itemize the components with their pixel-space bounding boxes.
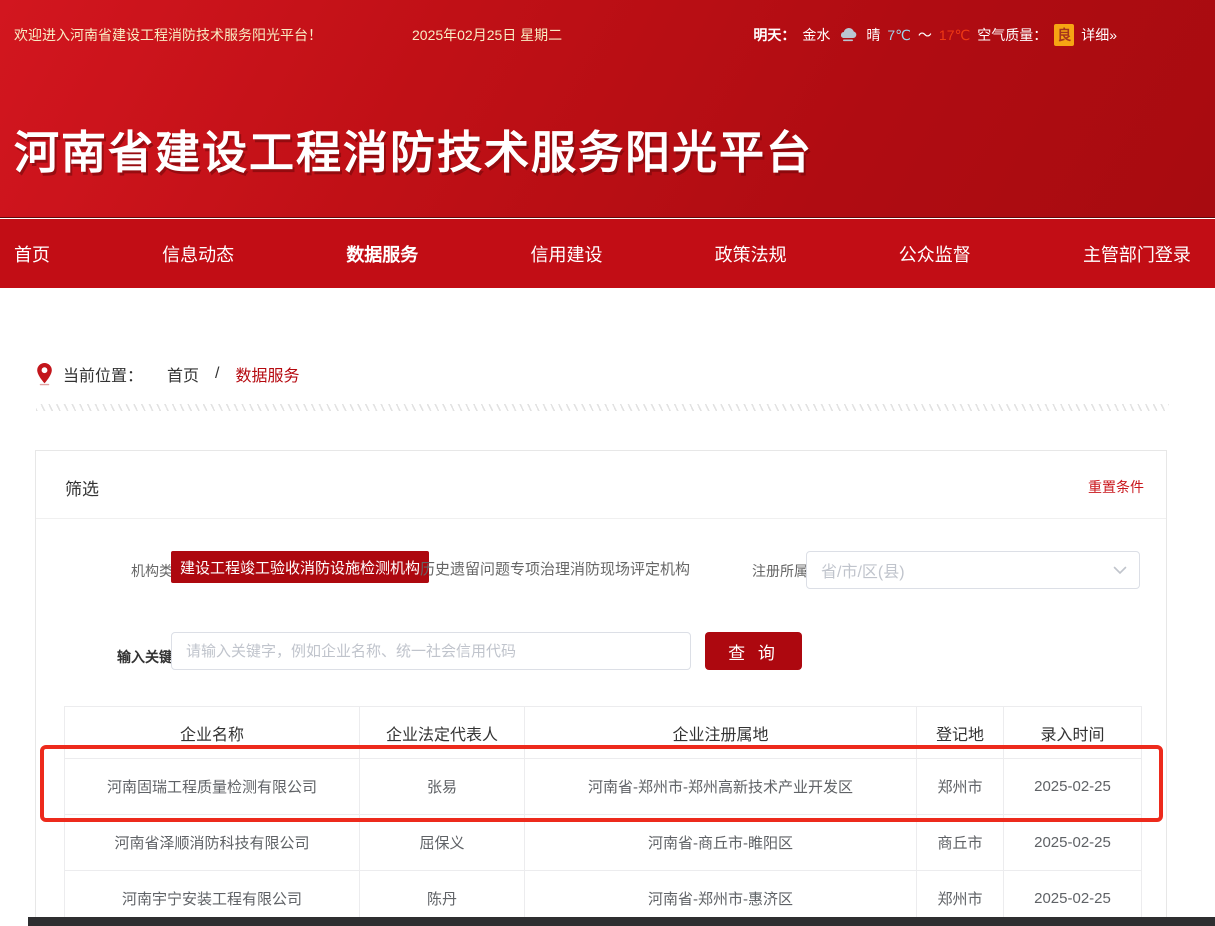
nav-item-data-service[interactable]: 数据服务 <box>346 241 418 267</box>
table-row[interactable]: 河南固瑞工程质量检测有限公司 张易 河南省-郑州市-郑州高新技术产业开发区 郑州… <box>65 759 1142 815</box>
keyword-input[interactable] <box>171 632 691 670</box>
air-quality-label: 空气质量： <box>977 25 1047 45</box>
category-option-selected[interactable]: 建设工程竣工验收消防设施检测机构 <box>171 551 429 583</box>
region-select[interactable]: 省/市/区(县) <box>806 551 1140 589</box>
air-quality-badge: 良 <box>1054 24 1074 46</box>
breadcrumb-separator: / <box>215 365 219 383</box>
cell-entry-date: 2025-02-25 <box>1004 815 1142 871</box>
filter-panel: 筛选 重置条件 机构类别： 建设工程竣工验收消防设施检测机构 历史遗留问题专项治… <box>35 450 1167 920</box>
temp-low: 7℃ <box>887 27 911 44</box>
page: 欢迎进入河南省建设工程消防技术服务阳光平台！ 2025年02月25日 星期二 明… <box>0 0 1215 926</box>
cell-entry-date: 2025-02-25 <box>1004 759 1142 815</box>
page-title: 河南省建设工程消防技术服务阳光平台 <box>14 116 813 181</box>
cell-legal-rep: 屈保义 <box>360 815 525 871</box>
nav-item-admin-login[interactable]: 主管部门登录 <box>1083 241 1191 267</box>
hatched-divider <box>36 404 1169 411</box>
region-select-placeholder: 省/市/区(县) <box>821 558 905 582</box>
weather-condition: 晴 <box>866 25 880 45</box>
cell-record-place: 郑州市 <box>917 759 1004 815</box>
date-text: 2025年02月25日 星期二 <box>412 25 562 45</box>
cell-registered-region: 河南省-商丘市-睢阳区 <box>525 815 917 871</box>
site-header: 欢迎进入河南省建设工程消防技术服务阳光平台！ 2025年02月25日 星期二 明… <box>0 0 1215 218</box>
col-header-company: 企业名称 <box>65 707 360 759</box>
col-header-registered-region: 企业注册属地 <box>525 707 917 759</box>
nav-item-news[interactable]: 信息动态 <box>162 241 234 267</box>
location-pin-icon <box>36 362 53 386</box>
cell-company: 河南固瑞工程质量检测有限公司 <box>65 759 360 815</box>
filter-title: 筛选 <box>65 475 99 500</box>
footer-bar <box>28 917 1215 926</box>
cell-registered-region: 河南省-郑州市-郑州高新技术产业开发区 <box>525 759 917 815</box>
weather-detail-link[interactable]: 详细» <box>1081 25 1117 45</box>
cell-legal-rep: 张易 <box>360 759 525 815</box>
nav-item-home[interactable]: 首页 <box>14 241 50 267</box>
nav-item-supervision[interactable]: 公众监督 <box>899 241 971 267</box>
filter-panel-header: 筛选 重置条件 <box>36 451 1166 519</box>
cell-record-place: 商丘市 <box>917 815 1004 871</box>
temp-tilde: ～ <box>918 25 932 45</box>
chevron-down-icon <box>1113 566 1127 575</box>
table-row[interactable]: 河南省泽顺消防科技有限公司 屈保义 河南省-商丘市-睢阳区 商丘市 2025-0… <box>65 815 1142 871</box>
weather-tomorrow-label: 明天： <box>753 25 795 45</box>
search-button[interactable]: 查 询 <box>705 632 802 670</box>
cell-company: 河南省泽顺消防科技有限公司 <box>65 815 360 871</box>
col-header-legal-rep: 企业法定代表人 <box>360 707 525 759</box>
main-nav: 首页 信息动态 数据服务 信用建设 政策法规 公众监督 主管部门登录 <box>0 219 1215 288</box>
topbar: 欢迎进入河南省建设工程消防技术服务阳光平台！ 2025年02月25日 星期二 明… <box>14 24 1215 46</box>
temp-high: 17℃ <box>939 27 970 44</box>
breadcrumb-home[interactable]: 首页 <box>167 362 199 386</box>
welcome-text: 欢迎进入河南省建设工程消防技术服务阳光平台！ <box>14 25 322 45</box>
nav-item-policy[interactable]: 政策法规 <box>715 241 787 267</box>
results-table: 企业名称 企业法定代表人 企业注册属地 登记地 录入时间 河南固瑞工程质量检测有… <box>64 706 1142 926</box>
nav-item-credit[interactable]: 信用建设 <box>530 241 602 267</box>
table-header-row: 企业名称 企业法定代表人 企业注册属地 登记地 录入时间 <box>65 707 1142 759</box>
col-header-entry-date: 录入时间 <box>1004 707 1142 759</box>
weather-widget: 明天： 金水 晴 7℃ ～ 17℃ 空气质量： 良 详细» <box>753 24 1117 46</box>
cloud-icon <box>837 27 859 43</box>
breadcrumb-label: 当前位置： <box>63 362 143 386</box>
weather-district: 金水 <box>802 25 830 45</box>
breadcrumb: 当前位置： 首页 / 数据服务 <box>36 362 300 386</box>
breadcrumb-current[interactable]: 数据服务 <box>235 362 299 386</box>
reset-filters-link[interactable]: 重置条件 <box>1088 477 1144 497</box>
col-header-record-place: 登记地 <box>917 707 1004 759</box>
